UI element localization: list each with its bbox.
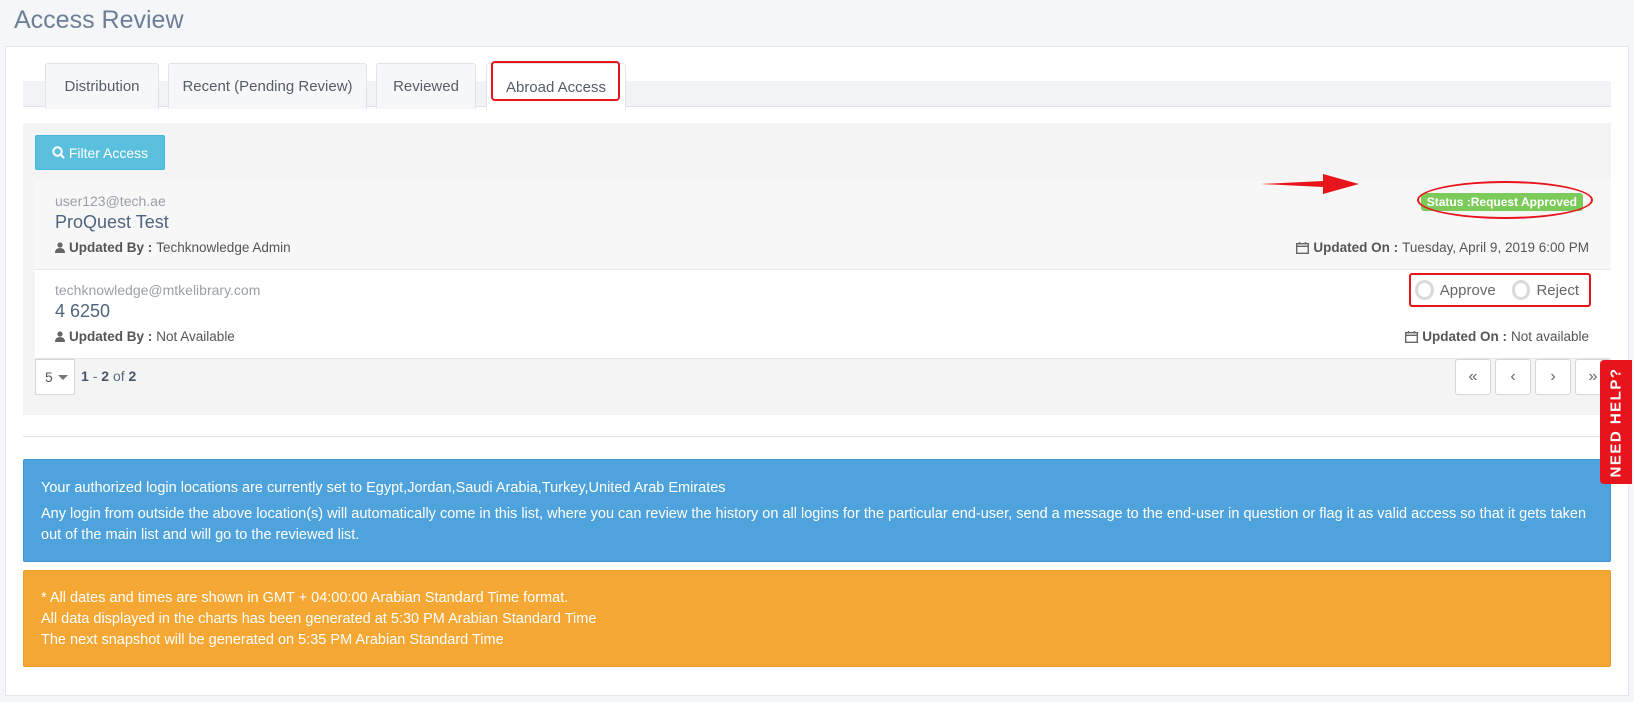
calendar-icon bbox=[1405, 330, 1419, 343]
range-to: 2 bbox=[101, 368, 110, 384]
caret-down-icon bbox=[57, 374, 68, 380]
first-page-button[interactable]: « bbox=[1455, 359, 1491, 395]
approve-radio[interactable] bbox=[1415, 280, 1434, 300]
user-name: ProQuest Test bbox=[55, 212, 169, 232]
user-icon bbox=[55, 242, 65, 253]
info-alert: Your authorized login locations are curr… bbox=[23, 459, 1611, 562]
page-buttons: « ‹ › » bbox=[1455, 359, 1611, 395]
timezone-notice: * All dates and times are shown in GMT +… bbox=[23, 570, 1611, 667]
arrow-annotation bbox=[1261, 174, 1359, 194]
reject-radio[interactable] bbox=[1511, 280, 1531, 300]
notice-line: The next snapshot will be generated on 5… bbox=[41, 632, 504, 648]
next-page-button[interactable]: › bbox=[1535, 359, 1571, 395]
tab-recent-pending-review[interactable]: Recent (Pending Review) bbox=[168, 63, 367, 109]
range-of: of bbox=[112, 368, 125, 384]
range-total: 2 bbox=[128, 368, 137, 384]
main-panel: Distribution Recent (Pending Review) Rev… bbox=[5, 46, 1629, 696]
range-from: 1 bbox=[81, 368, 89, 384]
updated-on-value: Tuesday, April 9, 2019 6:00 PM bbox=[1402, 240, 1589, 255]
page-size-select[interactable]: 5 bbox=[35, 359, 75, 395]
reject-label[interactable]: Reject bbox=[1536, 282, 1579, 299]
updated-by-label: Updated By : bbox=[69, 329, 153, 344]
updated-by-value: Not Available bbox=[156, 329, 235, 344]
pagination: 5 1 - 2 of 2 « ‹ › » bbox=[35, 359, 1611, 405]
page-size-value: 5 bbox=[45, 369, 53, 385]
info-locations-text: Your authorized login locations are curr… bbox=[41, 480, 726, 496]
list-item: user123@tech.ae ProQuest Test Updated By… bbox=[35, 181, 1611, 270]
page-range: 1 - 2 of 2 bbox=[81, 368, 136, 384]
info-description-text: Any login from outside the above locatio… bbox=[41, 506, 1587, 543]
user-email: user123@tech.ae bbox=[55, 193, 166, 209]
range-separator: - bbox=[92, 368, 98, 384]
tab-highlight-annotation bbox=[491, 61, 620, 101]
filter-access-label: Filter Access bbox=[68, 144, 149, 161]
need-help-label: NEED HELP? bbox=[1607, 366, 1625, 478]
status-highlight-annotation bbox=[1417, 181, 1593, 219]
updated-on-value: Not available bbox=[1510, 329, 1589, 344]
updated-by-label: Updated By : bbox=[69, 240, 153, 255]
need-help-button[interactable]: NEED HELP? bbox=[1600, 360, 1632, 484]
search-icon bbox=[52, 146, 65, 159]
updated-by-value: Techknowledge Admin bbox=[156, 240, 291, 255]
notice-line: All data displayed in the charts has bee… bbox=[41, 611, 597, 627]
user-icon bbox=[55, 331, 65, 342]
updated-by: Updated By : Not Available bbox=[55, 329, 235, 344]
prev-page-button[interactable]: ‹ bbox=[1495, 359, 1531, 395]
access-list: Filter Access user123@tech.ae ProQuest T… bbox=[23, 123, 1611, 415]
updated-on: Updated On : Tuesday, April 9, 2019 6:00… bbox=[1296, 240, 1589, 255]
list-item: techknowledge@mtkelibrary.com 4 6250 Upd… bbox=[35, 270, 1611, 359]
user-name: 4 6250 bbox=[55, 301, 111, 321]
updated-on-label: Updated On : bbox=[1313, 240, 1399, 255]
approve-label[interactable]: Approve bbox=[1440, 282, 1496, 299]
review-actions: Approve Reject bbox=[1409, 273, 1591, 307]
tab-reviewed[interactable]: Reviewed bbox=[376, 63, 476, 109]
updated-on-label: Updated On : bbox=[1422, 329, 1507, 344]
section-divider bbox=[23, 436, 1611, 437]
page-title: Access Review bbox=[14, 6, 184, 34]
notice-line: * All dates and times are shown in GMT +… bbox=[41, 590, 569, 606]
filter-access-button[interactable]: Filter Access bbox=[35, 135, 165, 170]
calendar-icon bbox=[1296, 241, 1310, 254]
user-email: techknowledge@mtkelibrary.com bbox=[55, 282, 261, 298]
updated-by: Updated By : Techknowledge Admin bbox=[55, 240, 291, 255]
updated-on: Updated On : Not available bbox=[1405, 329, 1589, 344]
tab-distribution[interactable]: Distribution bbox=[45, 63, 159, 109]
